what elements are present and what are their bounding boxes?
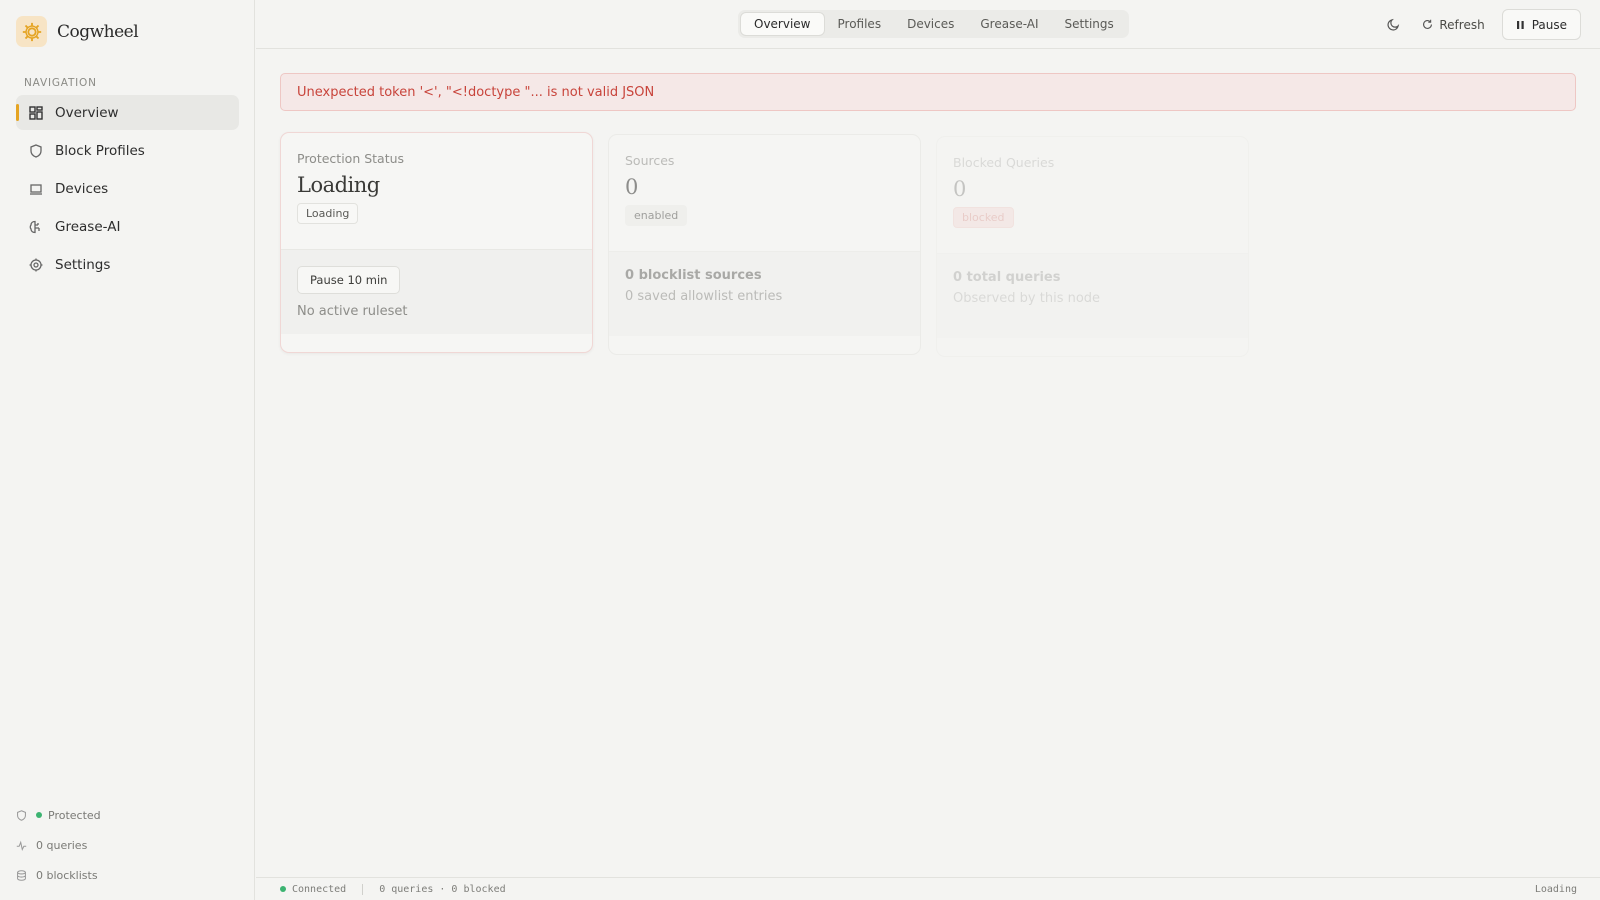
protection-status-card: Protection Status Loading Loading Pause … <box>280 132 593 353</box>
tab-overview[interactable]: Overview <box>740 12 825 36</box>
blocked-badge: blocked <box>953 207 1014 228</box>
sidebar-item-block-profiles[interactable]: Block Profiles <box>16 133 239 168</box>
card-value: 0 <box>953 177 966 201</box>
sources-card: Sources 0 enabled 0 blocklist sources 0 … <box>608 134 921 355</box>
sidebar-nav: Overview Block Profiles Devices Grease-A… <box>16 95 239 285</box>
loading-status: Loading <box>1534 883 1577 895</box>
query-summary: 0 queries · 0 blocked <box>379 883 506 895</box>
cogwheel-logo-icon <box>16 16 47 47</box>
allowlist-entries-text: 0 saved allowlist entries <box>625 289 783 304</box>
pause-label: Pause <box>1531 17 1567 32</box>
sidebar-item-label: Grease-AI <box>55 218 121 235</box>
laptop-icon <box>28 181 43 196</box>
pause-icon <box>1516 20 1524 29</box>
brain-icon <box>28 219 43 234</box>
blocklist-sources-text: 0 blocklist sources <box>625 268 762 283</box>
sidebar-item-grease-ai[interactable]: Grease-AI <box>16 209 239 244</box>
sidebar: Cogwheel NAVIGATION Overview Block Profi… <box>0 0 255 900</box>
blocklists-indicator: 0 blocklists <box>16 860 101 890</box>
connection-dot <box>280 886 286 892</box>
refresh-icon <box>1423 19 1433 29</box>
shield-small-icon <box>16 809 28 821</box>
gear-icon <box>28 257 43 272</box>
pause-10-min-button[interactable]: Pause 10 min <box>297 266 401 294</box>
pause-button[interactable]: Pause <box>1501 9 1581 40</box>
sidebar-footer: Protected 0 queries 0 blocklists <box>16 800 101 890</box>
activity-icon <box>16 839 28 851</box>
grid-icon <box>28 105 43 120</box>
observed-text: Observed by this node <box>953 291 1101 306</box>
refresh-label: Refresh <box>1439 17 1485 32</box>
divider <box>362 883 364 895</box>
card-label: Protection Status <box>297 151 405 166</box>
status-badge: Loading <box>297 203 359 224</box>
queries-label: 0 queries <box>36 838 88 852</box>
total-queries-text: 0 total queries <box>953 270 1061 285</box>
sidebar-item-settings[interactable]: Settings <box>16 247 239 282</box>
top-actions: Refresh Pause <box>1380 9 1581 40</box>
connection-status: Connected <box>292 883 347 895</box>
protection-indicator: Protected <box>16 800 101 830</box>
queries-indicator: 0 queries <box>16 830 101 860</box>
theme-toggle-button[interactable] <box>1380 12 1406 38</box>
protection-label: Protected <box>48 808 101 822</box>
sidebar-item-label: Block Profiles <box>55 142 145 159</box>
card-value: 0 <box>625 175 638 199</box>
ruleset-text: No active ruleset <box>297 304 408 319</box>
database-icon <box>16 869 28 881</box>
error-banner: Unexpected token '<', "<!doctype "... is… <box>280 73 1576 111</box>
tab-devices[interactable]: Devices <box>894 12 967 36</box>
sidebar-item-label: Settings <box>55 256 111 273</box>
tab-bar: Overview Profiles Devices Grease-AI Sett… <box>738 10 1129 38</box>
tab-grease-ai[interactable]: Grease-AI <box>967 12 1051 36</box>
sidebar-item-label: Overview <box>55 104 119 121</box>
nav-heading: NAVIGATION <box>24 77 97 89</box>
blocklists-label: 0 blocklists <box>36 868 98 882</box>
card-label: Blocked Queries <box>953 155 1055 170</box>
blocked-queries-card: Blocked Queries 0 blocked 0 total querie… <box>936 136 1249 357</box>
sidebar-item-label: Devices <box>55 180 109 197</box>
sidebar-item-overview[interactable]: Overview <box>16 95 239 130</box>
card-value: Loading <box>297 173 380 197</box>
status-dot <box>36 812 42 818</box>
brand-name: Cogwheel <box>57 21 139 42</box>
card-label: Sources <box>625 153 675 168</box>
shield-icon <box>28 143 43 158</box>
enabled-badge: enabled <box>625 205 688 226</box>
sidebar-item-devices[interactable]: Devices <box>16 171 239 206</box>
tab-settings[interactable]: Settings <box>1052 12 1127 36</box>
refresh-button[interactable]: Refresh <box>1422 17 1485 32</box>
tab-profiles[interactable]: Profiles <box>825 12 895 36</box>
moon-icon <box>1387 18 1400 31</box>
status-bar: Connected 0 queries · 0 blocked Loading <box>256 877 1600 900</box>
brand[interactable]: Cogwheel <box>16 16 139 47</box>
top-bar: Overview Profiles Devices Grease-AI Sett… <box>256 0 1600 49</box>
